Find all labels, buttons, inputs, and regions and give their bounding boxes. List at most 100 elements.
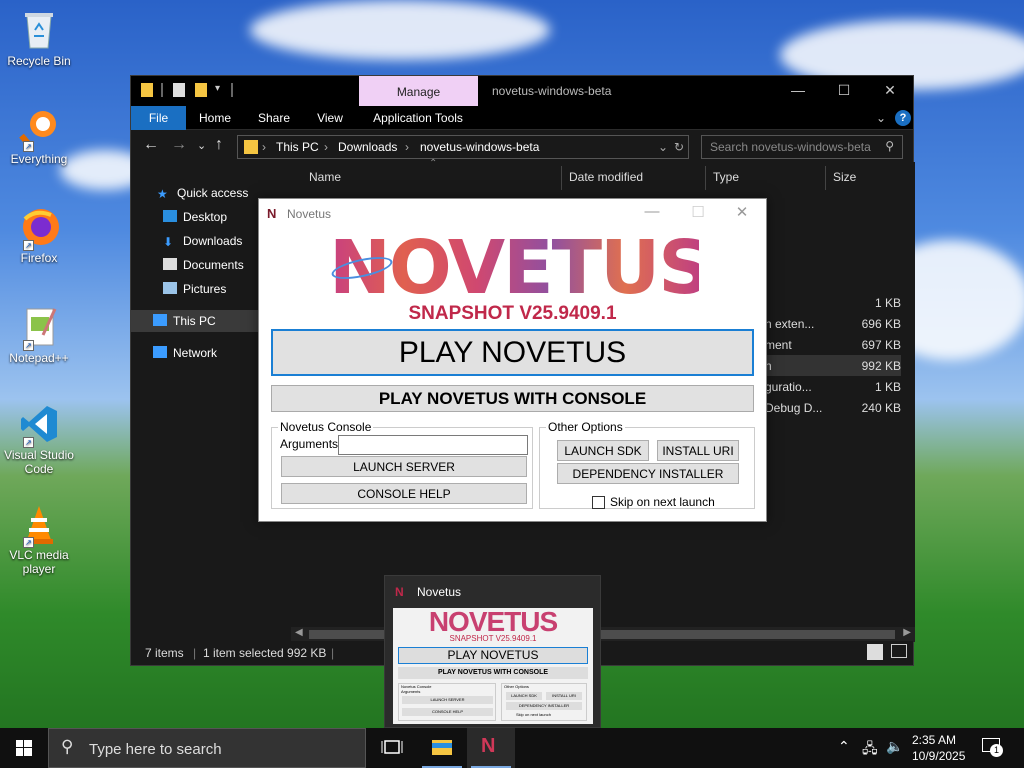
shortcut-arrow-icon: ↗ — [23, 340, 34, 351]
thumbnail-version: SNAPSHOT V25.9409.1 — [449, 634, 537, 643]
desktop-icon-label: Visual Studio Code — [4, 448, 74, 476]
desktop-icon-vscode[interactable]: ↗ Visual Studio Code — [4, 402, 74, 476]
breadcrumb-downloads[interactable]: Downloads — [338, 140, 397, 154]
launch-sdk-button[interactable]: LAUNCH SDK — [557, 440, 649, 461]
nav-label: Downloads — [183, 234, 243, 248]
nav-label: Pictures — [183, 282, 227, 296]
recent-locations-icon[interactable]: ⌄ — [197, 139, 206, 152]
back-arrow-icon[interactable]: ← — [143, 136, 159, 154]
qat-dropdown-icon[interactable]: ▾ — [215, 83, 227, 97]
column-header-date[interactable]: Date modified — [569, 170, 643, 184]
desktop-icon-label: Notepad++ — [9, 351, 69, 365]
file-size: 1 KB — [874, 380, 901, 394]
desktop-icon-firefox[interactable]: ↗ Firefox — [4, 205, 74, 265]
details-view-icon[interactable] — [867, 644, 883, 660]
close-button[interactable]: ✕ — [727, 203, 757, 221]
group-label: Other Options — [546, 420, 625, 434]
breadcrumb-separator-icon: › — [262, 140, 266, 154]
search-input[interactable]: Search novetus-windows-beta ⚲ — [701, 135, 903, 159]
tab-manage[interactable]: Manage — [359, 76, 478, 106]
nav-item-documents[interactable]: Documents — [163, 254, 244, 276]
skip-on-next-launch-checkbox[interactable] — [592, 496, 605, 509]
search-icon: ⚲ — [885, 139, 894, 153]
ribbon-expand-icon[interactable]: ⌄ — [871, 106, 891, 130]
recycle-bin-icon — [17, 8, 61, 52]
volume-muted-icon[interactable]: 🔈 — [886, 738, 903, 755]
play-novetus-button[interactable]: PLAY NOVETUS — [271, 329, 754, 376]
desktop-icon-everything[interactable]: ↗ Everything — [4, 106, 74, 166]
thumbnail-launch-server-button: LAUNCH SERVER — [402, 696, 493, 704]
other-options-group: Other Options LAUNCH SDK INSTALL URI DEP… — [539, 420, 755, 509]
action-center-button[interactable]: 1 — [982, 738, 1003, 757]
breadcrumb-this-pc[interactable]: This PC — [276, 140, 319, 154]
minimize-button[interactable]: — — [775, 76, 821, 106]
tab-application-tools[interactable]: Application Tools — [365, 106, 471, 130]
desktop-icon-label: Everything — [10, 152, 68, 166]
up-arrow-icon[interactable]: ↑ — [215, 136, 223, 154]
breadcrumb-current-folder[interactable]: novetus-windows-beta — [420, 140, 539, 154]
column-divider[interactable] — [705, 166, 706, 190]
tab-share[interactable]: Share — [249, 106, 299, 130]
nav-item-pictures[interactable]: Pictures — [163, 278, 226, 300]
taskbar-novetus[interactable]: N — [467, 728, 515, 768]
cloud — [250, 0, 550, 60]
refresh-icon[interactable]: ↻ — [674, 140, 684, 154]
minimize-button[interactable]: — — [637, 203, 667, 220]
nav-item-quick-access[interactable]: ★ Quick access — [157, 182, 248, 204]
novetus-logo-icon: N — [267, 206, 277, 221]
taskbar-thumbnail-preview[interactable]: N Novetus NOVETUS SNAPSHOT V25.9409.1 PL… — [384, 575, 601, 728]
new-folder-icon[interactable] — [195, 83, 207, 97]
clock-date[interactable]: 10/9/2025 — [912, 749, 965, 763]
tab-file[interactable]: File — [131, 106, 186, 130]
scroll-right-icon[interactable]: ▶ — [903, 627, 911, 638]
nav-label: Network — [173, 346, 218, 360]
desktop-icon-recycle-bin[interactable]: Recycle Bin — [4, 8, 74, 68]
tab-view[interactable]: View — [307, 106, 353, 130]
scroll-left-icon[interactable]: ◀ — [295, 627, 303, 638]
column-divider[interactable] — [561, 166, 562, 190]
network-status-icon[interactable]: 🖧 — [862, 738, 878, 762]
forward-arrow-icon[interactable]: → — [171, 136, 187, 154]
show-hidden-icons-icon[interactable]: ⌃ — [838, 738, 850, 755]
address-bar[interactable]: › This PC › Downloads › novetus-windows-… — [237, 135, 689, 159]
large-icons-view-icon[interactable] — [891, 644, 907, 658]
properties-icon[interactable] — [173, 83, 185, 97]
column-header-type[interactable]: Type — [713, 170, 739, 184]
novetus-console-group: Novetus Console Arguments: LAUNCH SERVER… — [271, 420, 533, 509]
nav-label: This PC — [173, 314, 216, 328]
nav-item-desktop[interactable]: Desktop — [163, 206, 227, 228]
thumbnail-launch-sdk-button: LAUNCH SDK — [506, 692, 542, 700]
maximize-button[interactable]: ☐ — [683, 203, 713, 221]
close-button[interactable]: ✕ — [867, 76, 913, 106]
console-help-button[interactable]: CONSOLE HELP — [281, 483, 527, 504]
install-uri-button[interactable]: INSTALL URI — [657, 440, 739, 461]
address-dropdown-icon[interactable]: ⌄ — [658, 140, 668, 154]
file-size: 1 KB — [874, 296, 901, 310]
thumbnail-skip-label: Skip on next launch — [516, 712, 551, 717]
column-header-name[interactable]: Name — [309, 170, 341, 184]
taskbar-file-explorer[interactable] — [418, 728, 466, 768]
download-icon: ⬇ — [163, 235, 174, 249]
desktop-icon-vlc[interactable]: ↗ VLC media player — [4, 502, 74, 576]
dependency-installer-button[interactable]: DEPENDENCY INSTALLER — [557, 463, 739, 484]
firefox-icon: ↗ — [17, 205, 61, 251]
nav-item-downloads[interactable]: ⬇ Downloads — [163, 230, 242, 252]
column-header-size[interactable]: Size — [833, 170, 856, 184]
column-divider[interactable] — [825, 166, 826, 190]
launch-server-button[interactable]: LAUNCH SERVER — [281, 456, 527, 477]
nav-label: Documents — [183, 258, 244, 272]
desktop-icon-notepad-plus-plus[interactable]: ↗ Notepad++ — [4, 305, 74, 365]
clock-time[interactable]: 2:35 AM — [912, 733, 956, 747]
taskbar-search-box[interactable]: ⚲ Type here to search — [48, 728, 366, 768]
novetus-icon: N — [481, 735, 496, 757]
arguments-input[interactable] — [338, 435, 528, 455]
play-with-console-button[interactable]: PLAY NOVETUS WITH CONSOLE — [271, 385, 754, 412]
notification-count-badge: 1 — [990, 744, 1003, 757]
start-button[interactable] — [0, 728, 48, 768]
nav-item-network[interactable]: Network — [153, 342, 217, 364]
help-icon[interactable]: ? — [895, 110, 911, 126]
task-view-button[interactable] — [368, 728, 416, 768]
tab-home[interactable]: Home — [191, 106, 239, 130]
maximize-button[interactable]: ☐ — [821, 76, 867, 106]
desktop-icon-label: VLC media player — [9, 548, 69, 576]
